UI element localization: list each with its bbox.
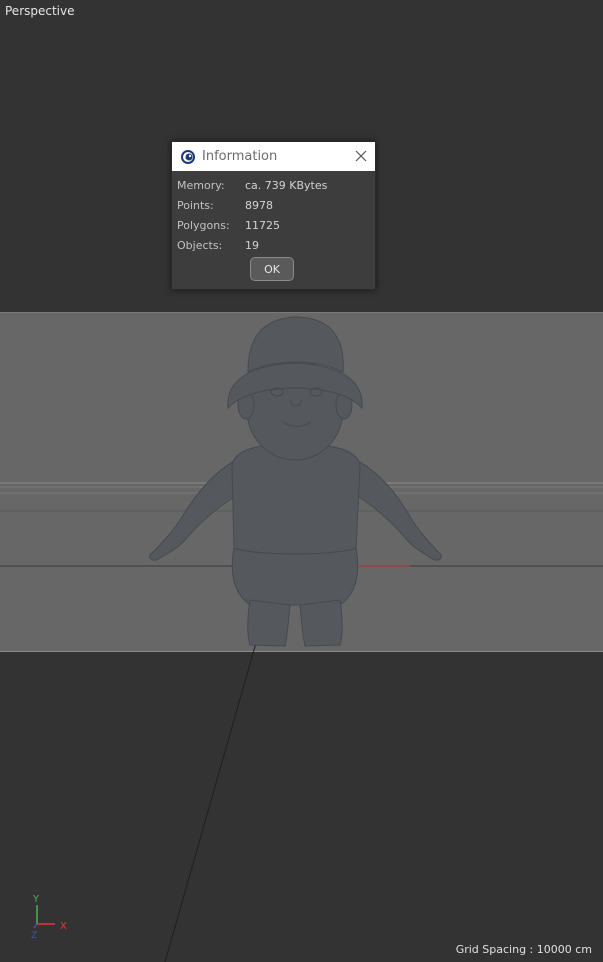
info-row-memory: Memory: ca. 739 KBytes [172, 175, 375, 195]
info-value: 8978 [245, 198, 273, 212]
info-label: Points: [177, 198, 214, 212]
dialog-title: Information [202, 149, 278, 164]
left-arm [149, 457, 241, 561]
y-axis-label: Y [32, 894, 40, 905]
info-label: Objects: [177, 238, 223, 252]
info-value: 11725 [245, 218, 280, 232]
cinema4d-app-icon [181, 149, 195, 164]
x-axis-label: X [60, 921, 67, 932]
close-icon[interactable] [353, 148, 369, 164]
z-axis-gizmo-line [33, 923, 38, 929]
viewport-perspective[interactable]: Perspective Information Memory: ca. 739 … [0, 0, 603, 962]
info-label: Memory: [177, 178, 225, 192]
ok-button[interactable]: OK [250, 257, 294, 281]
dialog-titlebar[interactable]: Information [172, 142, 375, 171]
info-value: 19 [245, 238, 259, 252]
right-arm [351, 457, 442, 561]
information-dialog[interactable]: Information Memory: ca. 739 KBytes Point… [171, 141, 376, 290]
dialog-info-rows: Memory: ca. 739 KBytes Points: 8978 Poly… [172, 171, 375, 255]
info-row-polygons: Polygons: 11725 [172, 215, 375, 235]
grid-spacing-label: Grid Spacing : 10000 cm [455, 943, 592, 956]
torso [231, 443, 361, 555]
character-model [149, 316, 442, 647]
left-leg [247, 599, 291, 647]
z-axis-label: Z [31, 931, 37, 940]
info-row-points: Points: 8978 [172, 195, 375, 215]
belly [231, 547, 359, 606]
info-row-objects: Objects: 19 [172, 235, 375, 255]
info-value: ca. 739 KBytes [245, 178, 328, 192]
info-label: Polygons: [177, 218, 230, 232]
axis-gizmo: Y X Z [31, 894, 67, 940]
right-leg [299, 599, 343, 647]
